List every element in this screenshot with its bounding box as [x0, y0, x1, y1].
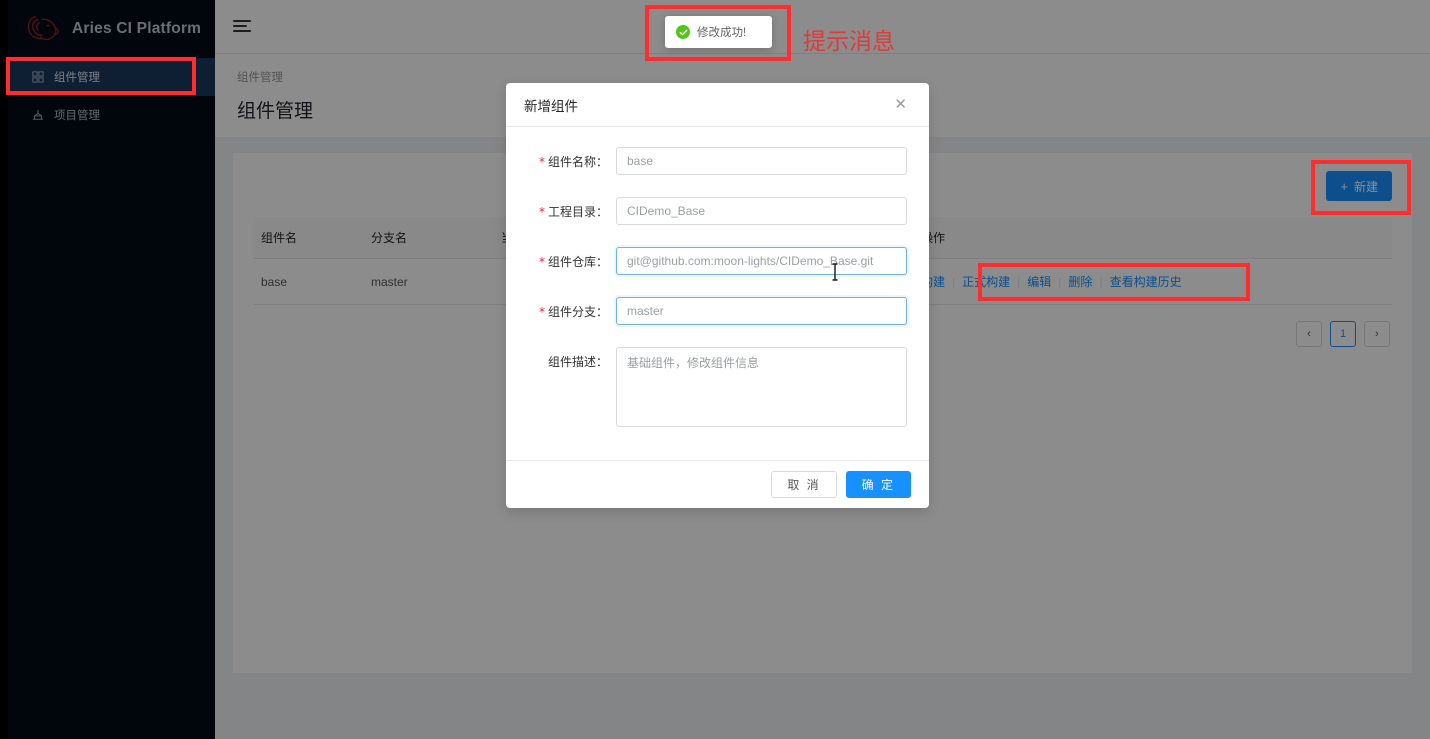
dialog-header: 新增组件 ✕ [506, 83, 929, 127]
field-row-repository: * 组件仓库： [528, 247, 907, 275]
confirm-button[interactable]: 确 定 [845, 471, 911, 498]
cancel-button[interactable]: 取 消 [771, 471, 837, 498]
component-name-input[interactable] [616, 147, 907, 175]
label-project-dir: * 工程目录： [528, 197, 616, 220]
field-control [616, 247, 907, 275]
required-asterisk: * [538, 155, 545, 169]
label-text: 组件名称： [547, 155, 608, 169]
add-component-dialog: 新增组件 ✕ *组件名称： *工程目录： *组件仓库： [506, 83, 929, 508]
toast-message: 修改成功! [697, 27, 747, 39]
label-component-name: * 组件名称： [528, 147, 616, 170]
branch-input[interactable] [616, 297, 907, 325]
field-control [616, 147, 907, 175]
field-row-component-name: * 组件名称： [528, 147, 907, 175]
dialog-footer: 取 消 确 定 [506, 460, 929, 508]
project-dir-input[interactable] [616, 197, 907, 225]
repository-input[interactable] [616, 247, 907, 275]
dialog-body: *组件名称： *工程目录： *组件仓库： *组件分支： [506, 127, 929, 460]
annotation-label-toast: 提示消息 [803, 28, 895, 54]
field-control: 基础组件，修改组件信息 [616, 347, 907, 432]
app-root: 组件管理 组件管理 +新建 组件名 分支名 当前版本 操作 [0, 0, 1430, 739]
required-asterisk: * [538, 205, 545, 219]
field-row-project-dir: * 工程目录： [528, 197, 907, 225]
description-textarea[interactable]: 基础组件，修改组件信息 [616, 347, 907, 427]
label-text: 组件仓库： [547, 255, 608, 269]
text-cursor-icon [831, 263, 839, 281]
success-toast: 修改成功! [665, 16, 772, 48]
required-asterisk: * [538, 255, 545, 269]
label-description: 组件描述： [528, 347, 616, 370]
dialog-title: 新增组件 [524, 98, 578, 114]
label-branch: * 组件分支： [528, 297, 616, 320]
field-control [616, 297, 907, 325]
close-icon[interactable]: ✕ [890, 95, 911, 114]
success-check-icon [676, 25, 690, 39]
field-row-description: 组件描述： 基础组件，修改组件信息 [528, 347, 907, 432]
required-asterisk: * [538, 305, 545, 319]
field-row-branch: * 组件分支： [528, 297, 907, 325]
label-text: 组件分支： [547, 305, 608, 319]
field-control [616, 197, 907, 225]
label-repository: * 组件仓库： [528, 247, 616, 270]
label-text: 组件描述： [547, 355, 608, 369]
label-text: 工程目录： [547, 205, 608, 219]
